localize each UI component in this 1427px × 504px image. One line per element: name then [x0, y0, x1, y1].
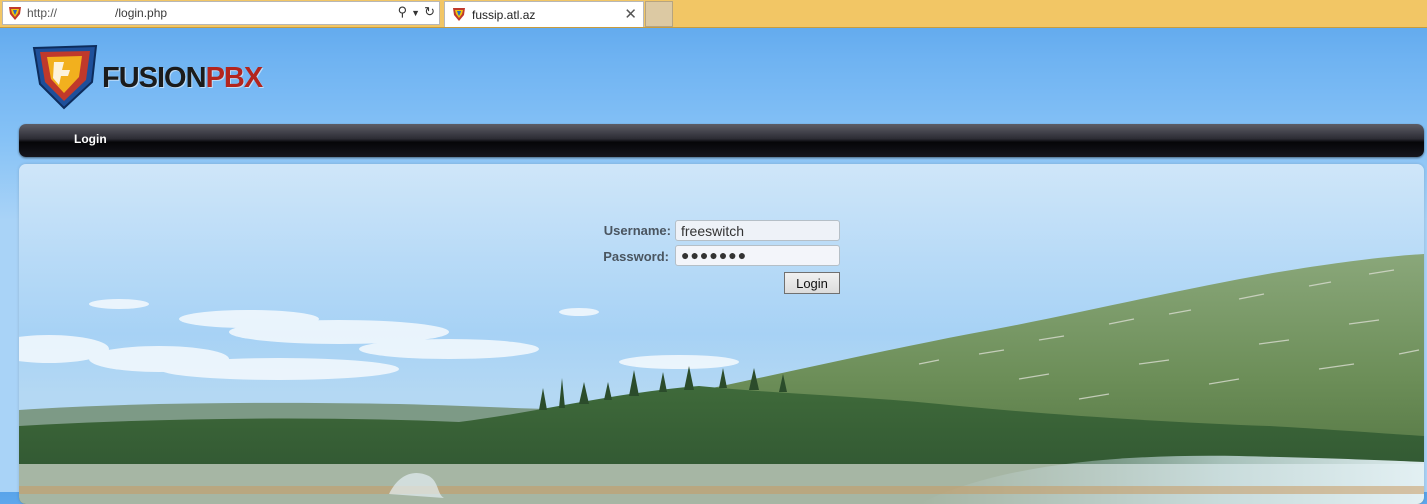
- tab-favicon-icon: [451, 6, 467, 22]
- url-redacted-host: [57, 8, 116, 20]
- username-input[interactable]: [675, 220, 840, 241]
- username-label: Username:: [603, 223, 671, 238]
- password-input[interactable]: ●●●●●●●: [675, 245, 840, 266]
- login-button[interactable]: Login: [784, 272, 840, 294]
- logo-emblem-icon: [32, 44, 98, 110]
- menu-item-login[interactable]: Login: [74, 132, 107, 146]
- search-icon[interactable]: ⚲: [398, 4, 408, 22]
- main-menu-bar: Login: [19, 124, 1424, 157]
- close-icon[interactable]: ✕: [624, 5, 637, 23]
- address-url[interactable]: http:// /login.php: [27, 6, 167, 20]
- login-panel: Username: Password: ●●●●●●● Login: [19, 164, 1424, 504]
- url-path: /login.php: [115, 6, 168, 20]
- logo-word-pbx: PBX: [205, 62, 264, 94]
- address-bar[interactable]: http:// /login.php ⚲ ▼ ↻: [2, 1, 440, 25]
- url-scheme: http://: [27, 6, 58, 20]
- chevron-down-icon[interactable]: ▼: [411, 4, 420, 22]
- address-tools: ⚲ ▼ ↻: [398, 4, 435, 22]
- browser-chrome: http:// /login.php ⚲ ▼ ↻ fussip.atl.az ✕: [0, 0, 1427, 28]
- tab-title: fussip.atl.az: [472, 8, 536, 22]
- password-label: Password:: [603, 249, 669, 264]
- logo-word-fusion: FUSION: [102, 62, 207, 94]
- site-favicon-icon: [7, 5, 23, 21]
- new-tab-button[interactable]: [645, 1, 673, 27]
- fusionpbx-logo: FUSIONPBX: [30, 42, 290, 112]
- login-form: Username: Password: ●●●●●●● Login: [19, 164, 1424, 364]
- logo-wordmark: FUSIONPBX: [102, 62, 264, 95]
- browser-tab-active[interactable]: fussip.atl.az ✕: [444, 1, 644, 27]
- refresh-icon[interactable]: ↻: [424, 4, 435, 22]
